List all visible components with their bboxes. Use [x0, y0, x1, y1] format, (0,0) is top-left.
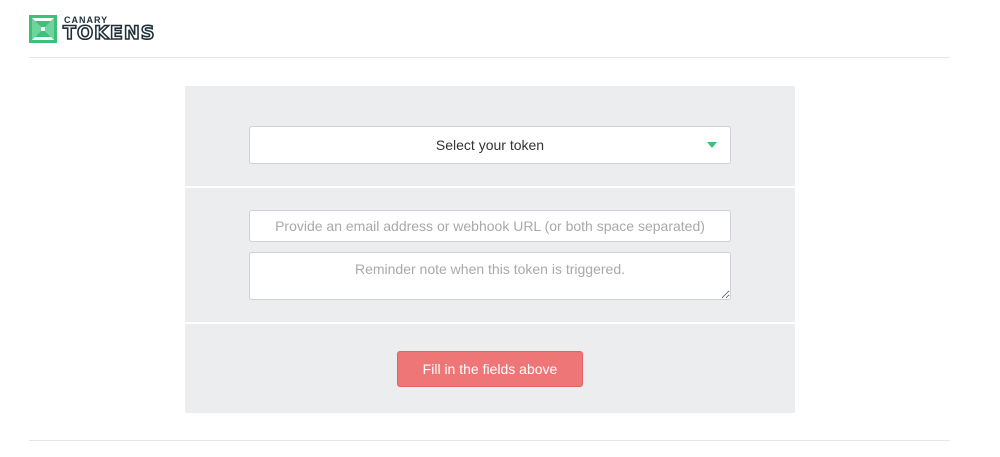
canary-logo-icon	[29, 15, 57, 43]
create-token-button[interactable]: Fill in the fields above	[397, 351, 583, 387]
form-section-divider	[185, 322, 795, 324]
reminder-note-textarea[interactable]	[249, 252, 731, 300]
logo-wordmark: CANARY TOKENS	[62, 15, 156, 44]
page: CANARY TOKENS Select your token Fill in …	[0, 0, 1000, 457]
header-divider	[29, 57, 950, 58]
token-type-select-label: Select your token	[435, 137, 545, 153]
footer-divider	[29, 440, 950, 441]
token-form-panel: Select your token Fill in the fields abo…	[185, 86, 795, 413]
email-webhook-input[interactable]	[249, 210, 731, 242]
logo-word-tokens: TOKENS	[62, 21, 156, 44]
canarytokens-logo[interactable]: CANARY TOKENS	[29, 14, 155, 44]
token-type-select[interactable]: Select your token	[249, 126, 731, 164]
caret-down-icon	[707, 142, 717, 148]
header: CANARY TOKENS	[0, 0, 1000, 58]
form-section-divider	[185, 186, 795, 188]
